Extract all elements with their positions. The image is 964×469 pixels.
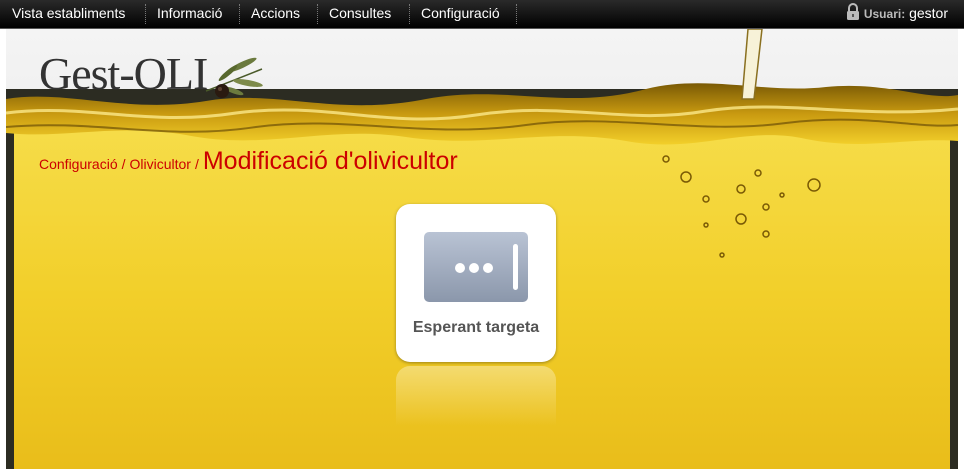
top-menu-bar: Vista establiments Informació Accions Co… (0, 0, 964, 29)
card-status-label: Esperant targeta (412, 319, 540, 336)
user-name[interactable]: gestor (909, 5, 948, 21)
card-icon (424, 232, 528, 302)
page-title: Modificació d'olivicultor (202, 147, 458, 175)
card-slot (513, 244, 518, 290)
breadcrumb: Configuració / Olivicultor / Modificació d'o… (39, 147, 458, 176)
breadcrumb-separator: / (121, 156, 126, 172)
menu-item-accions[interactable]: Accions (251, 0, 300, 28)
ellipsis-icon (455, 263, 493, 273)
breadcrumb-link-olivicultor[interactable]: Olivicultor (130, 156, 191, 172)
menu-separator (145, 4, 146, 24)
breadcrumb-link-configuracio[interactable]: Configuració (39, 156, 118, 172)
menu-separator (409, 4, 410, 24)
card-reader-widget[interactable]: Esperant targeta (396, 204, 556, 362)
menu-separator (239, 4, 240, 24)
menu-item-configuracio[interactable]: Configuració (421, 0, 500, 28)
user-info: Usuari: gestor (846, 0, 948, 28)
menu-item-vista-establiments[interactable]: Vista establiments (12, 0, 125, 28)
lock-icon (846, 3, 860, 29)
menu-separator (516, 4, 517, 24)
app-logo[interactable]: Gest-OLI (39, 47, 208, 100)
menu-separator (317, 4, 318, 24)
menu-item-consultes[interactable]: Consultes (329, 0, 391, 28)
menu-item-informacio[interactable]: Informació (157, 0, 222, 28)
breadcrumb-separator: / (194, 156, 199, 172)
olive-branch-icon (205, 57, 263, 98)
user-label: Usuari: (863, 7, 906, 21)
card-widget-reflection (396, 366, 556, 426)
